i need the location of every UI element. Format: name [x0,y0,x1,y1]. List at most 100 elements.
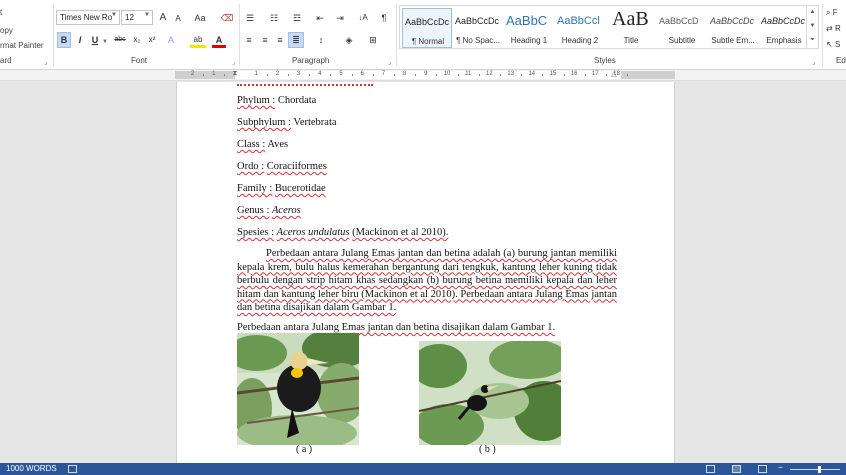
style-name: ¶ No Spac... [456,36,500,45]
style-preview: AaBbCcD [659,16,699,26]
style-normal[interactable]: AaBbCcDc ¶ Normal [402,8,452,48]
sort-button[interactable]: ↓A [356,10,370,26]
shrink-font-button[interactable]: A [172,11,184,27]
bullets-icon[interactable]: ☰ [242,10,258,26]
style-preview: AaBbC [506,13,548,28]
show-formatting-button[interactable]: ¶ [378,10,390,26]
status-bar: 1000 WORDS − [0,463,846,475]
text-effects-button[interactable]: A [164,32,178,48]
right-indent-marker-icon[interactable]: △ [611,70,616,78]
change-case-button[interactable]: Aa [190,10,210,26]
editing-group-label: Ed [836,56,846,65]
group-divider [396,4,397,66]
replace-button[interactable]: ⇄ R [826,24,841,33]
more-styles-icon[interactable]: ⏷ [807,33,818,47]
font-color-button[interactable]: A [212,32,226,48]
style-preview: AaBbCcl [557,15,600,27]
ruler-number: 13 [507,71,514,77]
style-heading-2[interactable]: AaBbCcl Heading 2 [555,8,605,48]
document-area[interactable]: Phylum : Chordata Subphylum : Vertebrata… [0,82,846,463]
taxonomy-genus: Genus : Aceros [237,205,301,216]
group-divider [822,4,823,66]
bold-button[interactable]: B [57,32,71,48]
read-mode-icon[interactable] [706,465,715,473]
style-title[interactable]: AaB Title [606,8,656,48]
styles-gallery-scroll[interactable]: ▲ ▼ ⏷ [806,5,818,49]
italic-button[interactable]: I [74,32,86,48]
style-subtitle[interactable]: AaBbCcD Subtitle [657,8,707,48]
print-layout-icon[interactable] [732,465,741,473]
taxonomy-species: Spesies : Aceros undulatus (Mackinon et … [237,227,448,238]
style-preview: AaB [612,8,649,30]
align-center-icon[interactable]: ≡ [258,32,272,48]
increase-indent-icon[interactable]: ⇥ [334,10,346,26]
document-page[interactable]: Phylum : Chordata Subphylum : Vertebrata… [176,82,675,463]
species-citation: (Mackinon et al 2010). [352,227,449,238]
paste-cut-label[interactable]: t [0,8,2,17]
decrease-indent-icon[interactable]: ⇤ [314,10,326,26]
ruler-right-margin [621,71,675,79]
format-painter-label[interactable]: rmat Painter [0,41,44,50]
ruler-number: 6 [360,71,364,77]
description-paragraph: Perbedaan antara Julang Emas jantan dan … [237,248,617,313]
ruler-tick [584,74,586,76]
scroll-down-icon[interactable]: ▼ [807,19,818,33]
font-name-combo[interactable]: Times New Ro ▼ [56,10,120,25]
ruler-tick [457,74,459,76]
left-indent-marker-icon[interactable]: ⧗ [233,70,238,78]
find-label: F [832,8,838,17]
style-no-spacing[interactable]: AaBbCcDc ¶ No Spac... [453,8,503,48]
web-layout-icon[interactable] [758,465,767,473]
underline-button[interactable]: U [89,32,101,48]
zoom-slider-thumb[interactable] [818,466,821,473]
word-count[interactable]: 1000 WORDS [6,464,57,473]
taxonomy-value: Bucerotidae [274,183,326,194]
clipboard-dialog-launcher-icon[interactable]: ⌟ [44,58,47,66]
copy-label[interactable]: opy [0,26,13,35]
ruler-number: 11 [465,71,472,77]
scroll-up-icon[interactable]: ▲ [807,5,818,19]
font-dialog-launcher-icon[interactable]: ⌟ [232,58,235,66]
style-subtle-emphasis[interactable]: AaBbCcDc Subtle Em... [708,8,758,48]
ruler-tick [627,74,629,76]
style-name: Title [623,36,639,45]
grow-font-button[interactable]: A [157,10,169,26]
align-left-icon[interactable]: ≡ [242,32,256,48]
ruler-number: 2 [275,71,280,77]
paragraph-dialog-launcher-icon[interactable]: ⌟ [388,58,391,66]
photo-male-hornbill [237,333,359,445]
clipboard-group-label: ard [0,56,12,65]
font-size-combo[interactable]: 12 ▼ [121,10,153,25]
horizontal-ruler[interactable]: 2 1 1 2 3 4 5 6 7 8 9 10 11 12 13 14 15 16 17 18 ⧗ △ [0,70,846,81]
align-right-icon[interactable]: ≡ [273,32,287,48]
borders-icon[interactable]: ⊞ [364,32,382,48]
taxonomy-subphylum: Subphylum : Vertebrata [237,117,337,128]
taxonomy-label: Genus : [237,205,270,216]
zoom-out-icon[interactable]: − [778,463,783,472]
zoom-slider[interactable] [790,469,840,470]
numbering-icon[interactable]: ☷ [266,10,282,26]
subscript-button[interactable]: x₂ [130,32,144,48]
styles-dialog-launcher-icon[interactable]: ⌟ [812,58,815,66]
taxonomy-label: Subphylum : [237,117,291,128]
clear-formatting-icon[interactable]: ⌫ [220,10,234,26]
multilevel-list-icon[interactable]: ☲ [289,10,305,26]
justify-icon[interactable]: ≣ [288,32,304,48]
ruler-number: 2 [190,71,195,77]
shading-icon[interactable]: ◈ [340,32,358,48]
select-button[interactable]: ↖ S [826,40,840,49]
taxonomy-label: Phylum : [237,95,276,106]
underline-dropdown-icon[interactable]: ▼ [101,32,109,48]
style-emphasis[interactable]: AaBbCcDc Emphasis [759,8,809,48]
superscript-button[interactable]: x² [145,32,159,48]
ruler-tick [224,74,226,76]
proofing-icon[interactable] [68,465,77,473]
ruler-number: 3 [296,71,301,77]
find-button[interactable]: ⌕ F [826,8,838,18]
select-label: S [834,40,841,49]
style-heading-1[interactable]: AaBbC Heading 1 [504,8,554,48]
line-spacing-icon[interactable]: ↕ [312,32,330,48]
highlight-button[interactable]: ab [190,32,206,48]
strikethrough-button[interactable]: abc [112,32,128,48]
ruler-number: 5 [339,71,343,77]
